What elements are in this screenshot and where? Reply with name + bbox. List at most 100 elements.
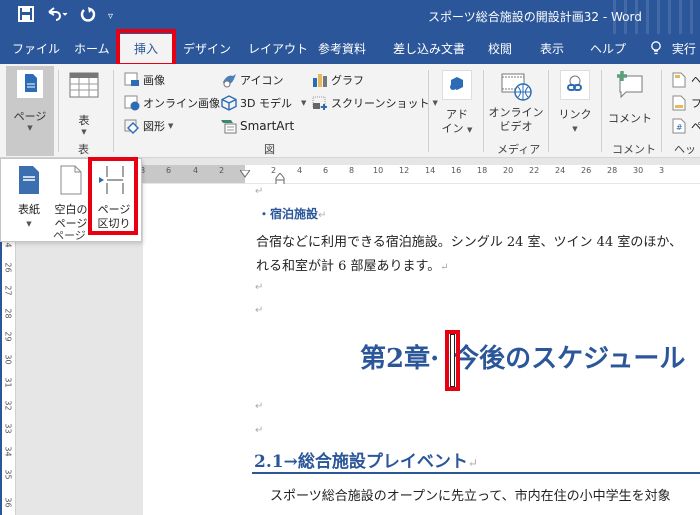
picture-button[interactable]: 画像 — [124, 72, 165, 88]
online-video-line1: オンライン — [488, 106, 544, 119]
heading-accommodation: ・宿泊施設↵ — [258, 205, 326, 222]
ruler-tick: 4 — [193, 166, 199, 175]
svg-text:#: # — [676, 123, 683, 132]
body-line-2: れる和室が計 6 部屋あります。↵ — [256, 255, 449, 274]
chart-icon — [312, 72, 328, 88]
links-button[interactable]: リンク ▼ — [556, 70, 594, 136]
separator — [661, 70, 662, 152]
paragraph-mark: ↵ — [255, 401, 264, 412]
vertical-ruler-edge — [0, 240, 2, 515]
vruler-tick: 26 — [3, 262, 13, 273]
ruler-tick: 26 — [581, 166, 592, 175]
chapter-prefix: 第2章· — [360, 344, 440, 374]
quick-access-toolbar: ▿ — [18, 6, 113, 27]
section-heading: 2.1→総合施設プレイベント↵ — [254, 447, 478, 472]
blank-page-button[interactable]: 空白の ページ — [51, 165, 91, 231]
footer-icon — [672, 95, 688, 111]
footer-label: フ — [691, 97, 700, 110]
title-bar: ▿ スポーツ総合施設の開設計画32 - Word — [0, 0, 700, 34]
tab-design[interactable]: デザイン — [183, 34, 231, 64]
icons-button[interactable]: アイコン — [221, 72, 283, 88]
ruler-tick: 28 — [607, 166, 618, 175]
group-label-pages: ページ — [53, 229, 86, 242]
ruler-tick: 24 — [555, 166, 566, 175]
vertical-ruler[interactable]: 24 26 27 28 29 30 31 32 33 34 35 36 — [0, 237, 16, 515]
ruler-tick: 20 — [503, 166, 514, 175]
separator — [58, 70, 59, 152]
page-number-label: ペ — [691, 120, 700, 133]
online-picture-button[interactable]: オンライン画像 — [124, 95, 220, 111]
table-icon — [69, 72, 99, 102]
addins-label-line1: アド — [446, 108, 468, 121]
tab-file[interactable]: ファイル — [12, 34, 60, 64]
separator — [601, 70, 602, 152]
ruler-tick: 2 — [219, 166, 225, 175]
group-label-media: メディア — [497, 143, 541, 156]
vruler-tick: 35 — [3, 469, 13, 480]
chevron-down-icon: ▼ — [26, 220, 32, 228]
save-icon[interactable] — [18, 6, 34, 27]
tab-review[interactable]: 校閲 — [488, 34, 512, 64]
separator — [113, 70, 114, 152]
header-icon — [672, 72, 688, 88]
tab-help[interactable]: ヘルプ — [590, 34, 626, 64]
chevron-down-icon: ▼ — [300, 99, 307, 107]
ruler-tick: 6 — [166, 166, 172, 175]
tab-mailings[interactable]: 差し込み文書 — [393, 34, 465, 64]
comment-label: コメント — [608, 112, 652, 125]
text-cursor — [450, 334, 455, 387]
cube-icon — [221, 95, 237, 111]
first-line-indent-marker[interactable] — [239, 163, 251, 182]
ruler-tick: 16 — [451, 166, 462, 175]
tab-home[interactable]: ホーム — [74, 34, 110, 64]
horizontal-ruler[interactable]: 8 6 4 2 2 4 6 8 10 12 14 16 18 20 22 24 … — [140, 160, 700, 187]
chevron-down-icon: ▼ — [467, 126, 473, 134]
pages-button[interactable]: ページ ▼ — [6, 70, 54, 132]
paragraph-mark: ↵ — [318, 210, 327, 221]
screenshot-button[interactable]: スクリーンショット ▼ — [312, 95, 438, 111]
smartart-button[interactable]: SmartArt — [221, 118, 294, 134]
pages-icon — [15, 70, 45, 100]
tab-view[interactable]: 表示 — [540, 34, 564, 64]
lightbulb-icon — [650, 41, 666, 56]
group-label-table: 表 — [78, 143, 89, 156]
chapter-title: 今後のスケジュール — [453, 344, 686, 374]
tab-references[interactable]: 参考資料 — [318, 34, 366, 64]
paragraph-mark: ↵ — [467, 456, 478, 470]
undo-icon[interactable] — [46, 6, 68, 27]
3d-models-button[interactable]: 3D モデル ▼ — [221, 95, 306, 111]
shapes-button[interactable]: 図形 ▼ — [124, 118, 173, 134]
vruler-tick: 27 — [3, 285, 13, 296]
vruler-tick: 30 — [3, 354, 13, 365]
ribbon-tabs: ファイル ホーム 挿入 デザイン レイアウト 参考資料 差し込み文書 校閲 表示… — [0, 34, 700, 64]
tell-me[interactable]: 実行 — [650, 34, 696, 64]
chart-button[interactable]: グラフ — [312, 72, 364, 88]
online-video-icon — [500, 70, 532, 102]
tab-layout[interactable]: レイアウト — [248, 34, 308, 64]
new-comment-button[interactable]: コメント — [607, 70, 653, 126]
vruler-tick: 34 — [3, 446, 13, 457]
footer-button[interactable]: フ — [672, 95, 700, 111]
online-video-button[interactable]: オンライン ビデオ — [488, 70, 544, 134]
addins-label-line2: イン — [441, 122, 464, 135]
icons-icon — [221, 72, 237, 88]
table-button[interactable]: 表 ▼ — [62, 72, 106, 136]
addins-button[interactable]: アド イン ▼ — [437, 70, 477, 137]
ruler-tick: 12 — [399, 166, 410, 175]
cover-page-button[interactable]: 表紙 ▼ — [9, 165, 49, 231]
shapes-icon — [124, 118, 140, 134]
ruler-tick: 6 — [323, 166, 329, 175]
paragraph-mark: ↵ — [440, 262, 449, 273]
links-label: リンク — [558, 108, 592, 121]
body-line-2-text: れる和室が計 6 部屋あります。 — [256, 259, 441, 274]
header-button[interactable]: ヘ — [672, 72, 700, 88]
body-line-3: スポーツ総合施設のオープンに先立って、市内在住の小中学生を対象 — [270, 489, 671, 504]
chevron-down-icon: ▼ — [81, 128, 87, 136]
online-picture-icon — [124, 95, 140, 111]
redo-icon[interactable] — [80, 6, 96, 27]
customize-qat-icon[interactable]: ▿ — [108, 7, 113, 27]
group-label-illustrations: 図 — [264, 143, 275, 156]
chevron-down-icon: ▼ — [27, 124, 33, 132]
tab-insert[interactable]: 挿入 — [120, 34, 172, 64]
page-number-button[interactable]: # ペ — [672, 118, 700, 134]
